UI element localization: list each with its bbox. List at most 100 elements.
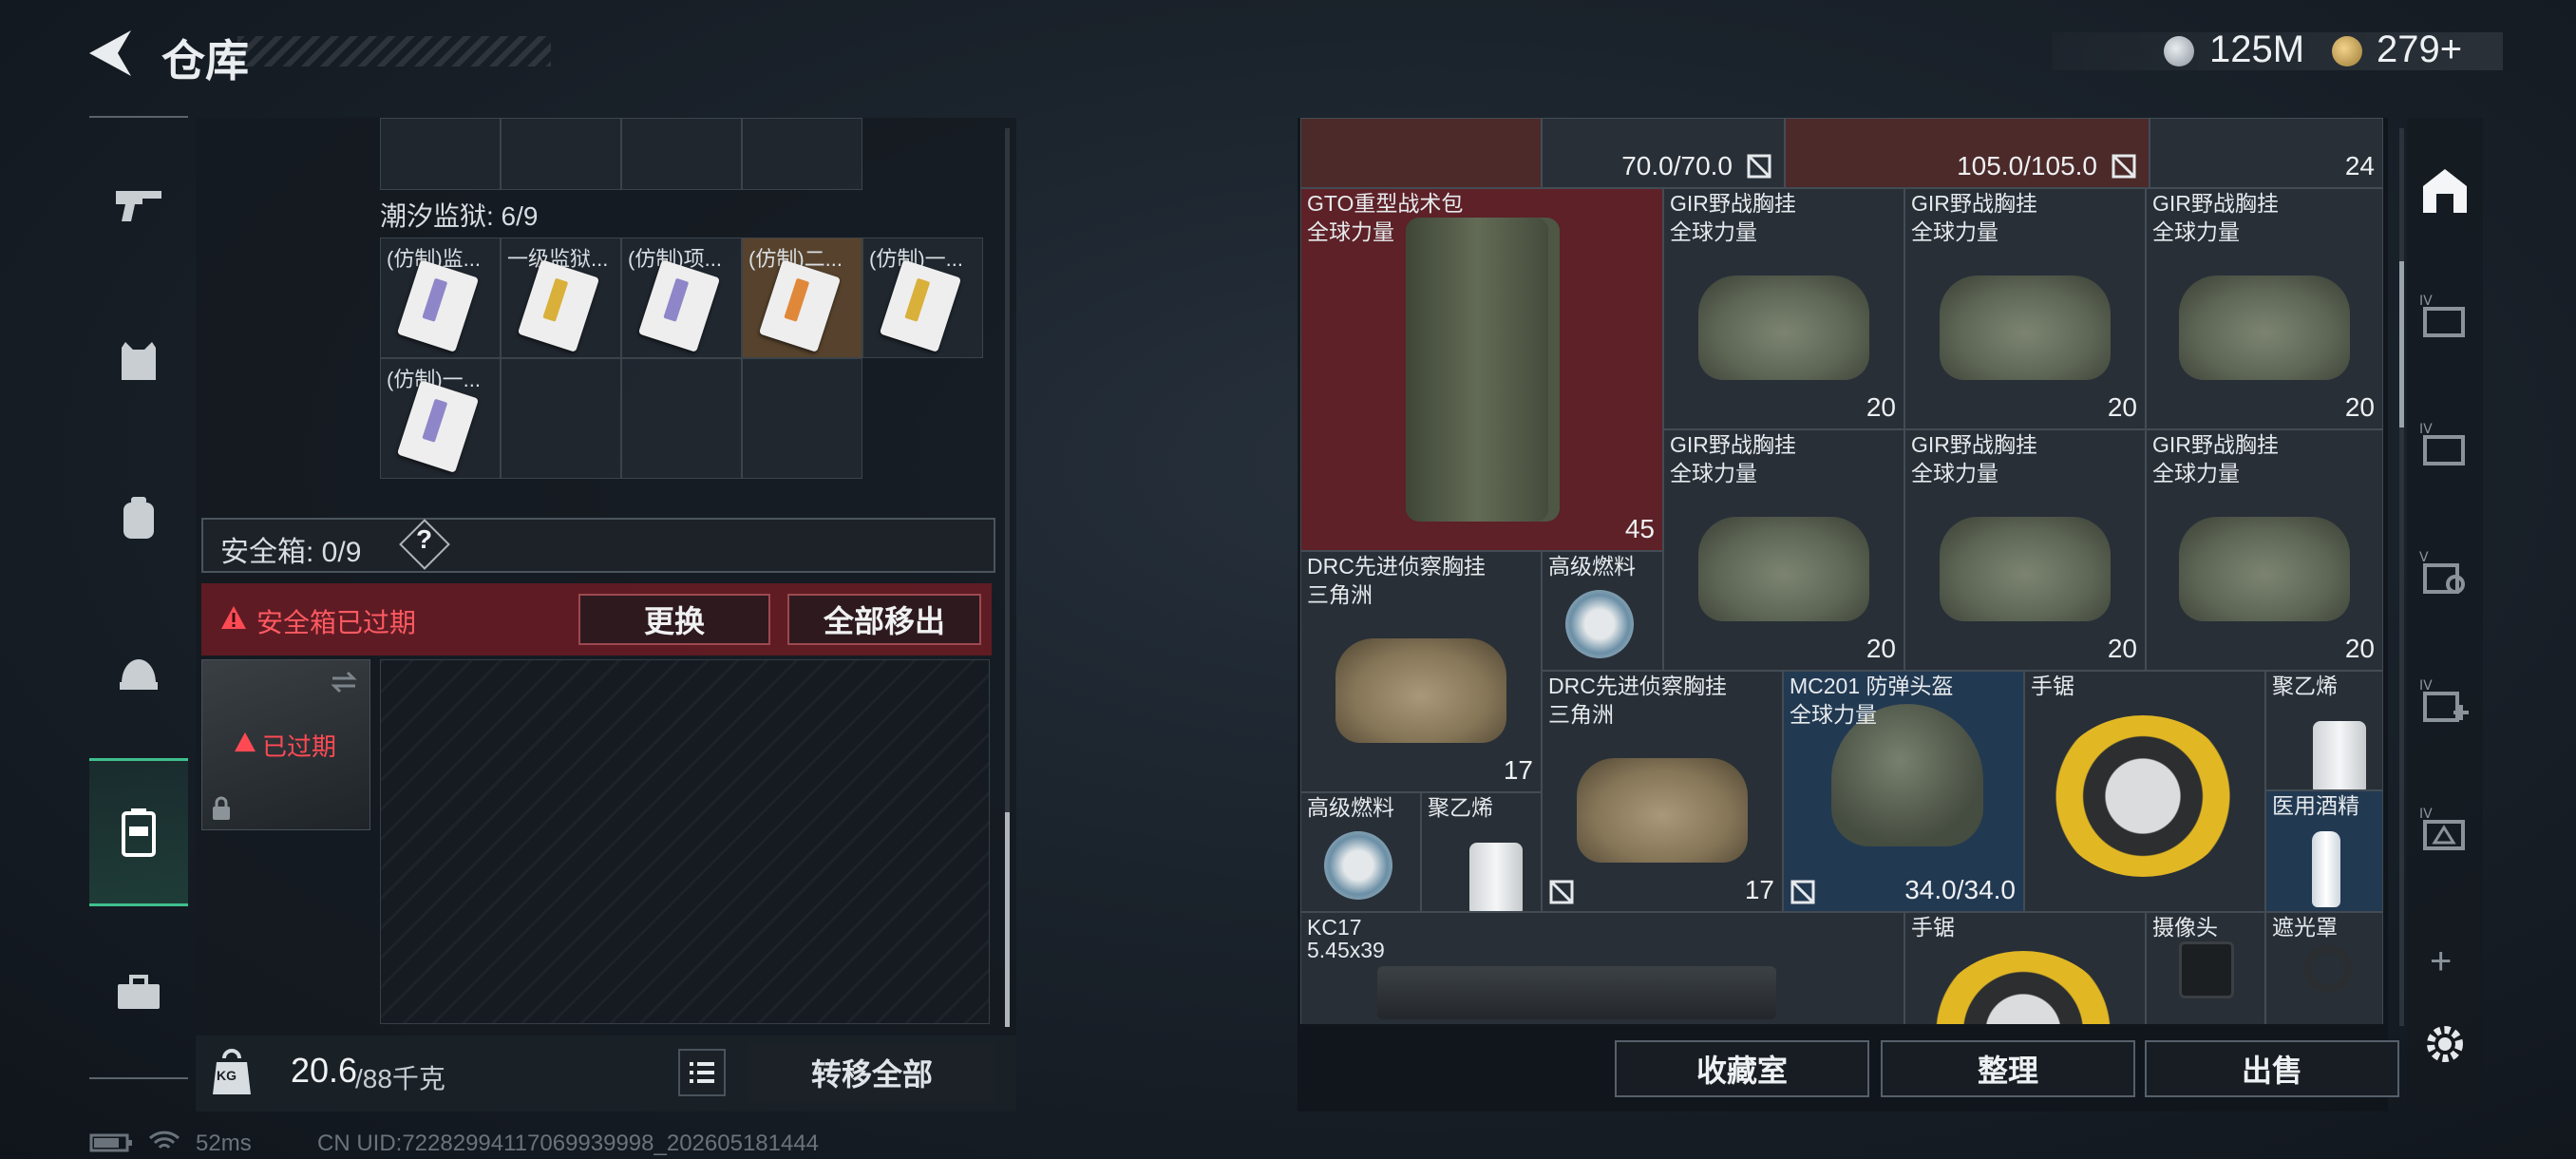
nav-safe-case[interactable] bbox=[89, 758, 188, 906]
weight-total: /88千克 bbox=[355, 1064, 445, 1093]
item-name: DRC先进侦察胸挂 bbox=[1307, 554, 1486, 579]
shield-iv-icon[interactable]: IV bbox=[2417, 803, 2472, 858]
item-helmet[interactable]: MC201 防弹头盔 全球力量 34.0/34.0 bbox=[1783, 671, 2024, 912]
unequipped-icon bbox=[2112, 154, 2136, 179]
prison-card-grid: (仿制)监... 一级监狱... (仿制)项... (仿制)二... (仿制)一… bbox=[380, 238, 983, 479]
card-slot[interactable]: (仿制)二... bbox=[742, 238, 862, 358]
vest-image bbox=[1698, 276, 1869, 381]
back-arrow-icon[interactable] bbox=[87, 28, 133, 78]
vest-image bbox=[1940, 517, 2111, 622]
item-gir-vest[interactable]: GIR野战胸挂 全球力量 20 bbox=[2146, 188, 2383, 429]
unequipped-icon bbox=[1790, 880, 1815, 904]
card-slot[interactable]: (仿制)一... bbox=[862, 238, 983, 358]
card-slot[interactable]: (仿制)项... bbox=[621, 238, 742, 358]
safebox-grid[interactable] bbox=[380, 659, 990, 1024]
nav-weapons[interactable] bbox=[89, 133, 188, 276]
item-faction: 全球力量 bbox=[2152, 219, 2240, 244]
settings-icon[interactable] bbox=[2421, 1020, 2469, 1068]
empty-slot[interactable] bbox=[501, 358, 621, 479]
lens-shade-image bbox=[2304, 945, 2352, 993]
item-gto-backpack[interactable]: GTO重型战术包 全球力量 45 bbox=[1300, 188, 1663, 551]
nav-toolbox[interactable] bbox=[89, 922, 188, 1064]
item-polyethylene[interactable]: 聚乙烯 bbox=[2265, 671, 2383, 790]
right-scrollbar-thumb[interactable] bbox=[2399, 261, 2404, 428]
item-name: 聚乙烯 bbox=[1428, 795, 1493, 820]
item-fuel[interactable]: 高级燃料 bbox=[1542, 551, 1663, 671]
item-saw[interactable]: 手锯 bbox=[2024, 671, 2265, 912]
item-saw[interactable]: 手锯 bbox=[1904, 912, 2146, 1024]
list-view-button[interactable] bbox=[678, 1049, 726, 1096]
search-v-icon[interactable]: V bbox=[2417, 546, 2472, 601]
remove-all-button[interactable]: 全部移出 bbox=[787, 594, 981, 645]
item-cell[interactable]: 24 bbox=[2150, 118, 2383, 188]
item-name: DRC先进侦察胸挂 bbox=[1548, 674, 1727, 698]
svg-text:IV: IV bbox=[2419, 807, 2433, 822]
add-tab-plus-icon[interactable]: + bbox=[2430, 940, 2452, 983]
item-alcohol[interactable]: 医用酒精 bbox=[2265, 790, 2383, 912]
left-scrollbar-thumb[interactable] bbox=[1005, 812, 1010, 1027]
empty-slot[interactable] bbox=[621, 358, 742, 479]
grid-cell[interactable] bbox=[501, 118, 621, 190]
item-drc-vest[interactable]: DRC先进侦察胸挂 三角洲 17 bbox=[1542, 671, 1783, 912]
safe-case-icon bbox=[122, 808, 156, 857]
grid-cell[interactable] bbox=[742, 118, 862, 190]
item-polyethylene[interactable]: 聚乙烯 bbox=[1421, 792, 1542, 912]
grid-cell[interactable] bbox=[380, 118, 501, 190]
item-name: KC17 bbox=[1307, 915, 1362, 940]
item-gir-vest[interactable]: GIR野战胸挂 全球力量 20 bbox=[1663, 188, 1904, 429]
item-fuel[interactable]: 高级燃料 bbox=[1300, 792, 1421, 912]
battery-icon bbox=[89, 1133, 132, 1152]
item-cell[interactable]: 70.0/70.0 bbox=[1542, 118, 1785, 188]
item-cell[interactable] bbox=[1300, 118, 1542, 188]
item-cell[interactable]: 105.0/105.0 bbox=[1785, 118, 2150, 188]
backpack-icon bbox=[123, 497, 154, 539]
card-slot[interactable]: 一级监狱... bbox=[501, 238, 621, 358]
empty-slot[interactable] bbox=[742, 358, 862, 479]
item-name: GIR野战胸挂 bbox=[2152, 191, 2279, 216]
organize-button[interactable]: 整理 bbox=[1881, 1040, 2135, 1097]
item-gir-vest[interactable]: GIR野战胸挂 全球力量 20 bbox=[1663, 429, 1904, 671]
silver-coin-icon bbox=[2164, 36, 2194, 66]
item-kc17-rifle[interactable]: KC17 5.45x39 bbox=[1300, 912, 1904, 1024]
item-name: GIR野战胸挂 bbox=[1670, 432, 1796, 457]
lock-icon bbox=[213, 796, 230, 820]
keycard-icon bbox=[879, 259, 962, 352]
expired-warning-text: 安全箱已过期 bbox=[256, 608, 417, 637]
item-drc-vest[interactable]: DRC先进侦察胸挂 三角洲 17 bbox=[1300, 551, 1542, 792]
warehouse-grid: 70.0/70.0 105.0/105.0 24 GTO重型战术包 全球力量 4… bbox=[1300, 118, 2383, 1024]
card-slot[interactable]: (仿制)监... bbox=[380, 238, 501, 358]
svg-text:IV: IV bbox=[2419, 294, 2433, 309]
item-gir-vest[interactable]: GIR野战胸挂 全球力量 20 bbox=[1904, 429, 2146, 671]
item-gir-vest[interactable]: GIR野战胸挂 全球力量 20 bbox=[1904, 188, 2146, 429]
vest-image bbox=[2179, 517, 2350, 622]
replace-button[interactable]: 更换 bbox=[578, 594, 770, 645]
fuel-can-image bbox=[1565, 590, 1634, 658]
item-camera[interactable]: 摄像头 bbox=[2146, 912, 2265, 1024]
item-name: 摄像头 bbox=[2152, 915, 2218, 940]
empty-slot bbox=[862, 358, 983, 479]
card-slot[interactable]: (仿制)一... bbox=[380, 358, 501, 479]
item-name: GIR野战胸挂 bbox=[2152, 432, 2279, 457]
item-name: GIR野战胸挂 bbox=[1911, 191, 2037, 216]
folder-iv-b-icon[interactable]: IV bbox=[2417, 418, 2472, 473]
uid-text: CN UID:72282994117069939998_202605181444 bbox=[317, 1130, 820, 1156]
nav-vests[interactable] bbox=[89, 290, 188, 432]
grid-cell[interactable] bbox=[621, 118, 742, 190]
item-gir-vest[interactable]: GIR野战胸挂 全球力量 20 bbox=[2146, 429, 2383, 671]
item-faction: 全球力量 bbox=[2152, 461, 2240, 485]
folder-iv-a-icon[interactable]: IV bbox=[2417, 290, 2472, 345]
collection-room-button[interactable]: 收藏室 bbox=[1615, 1040, 1869, 1097]
gold-amount[interactable]: 279+ bbox=[2377, 28, 2462, 71]
warning-icon bbox=[221, 606, 246, 629]
item-lens-shade[interactable]: 遮光罩 bbox=[2265, 912, 2383, 1024]
nav-backpacks[interactable] bbox=[89, 446, 188, 589]
nav-helmets[interactable] bbox=[89, 603, 188, 746]
gold-coin-icon bbox=[2332, 36, 2362, 66]
transfer-all-button[interactable]: 转移全部 bbox=[748, 1043, 995, 1102]
title-decoration bbox=[237, 36, 551, 66]
expired-label: 已过期 bbox=[262, 732, 337, 761]
item-faction: 全球力量 bbox=[1911, 219, 1998, 244]
sell-button[interactable]: 出售 bbox=[2145, 1040, 2399, 1097]
add-iv-icon[interactable]: IV bbox=[2417, 674, 2472, 730]
home-icon[interactable] bbox=[2417, 163, 2472, 218]
